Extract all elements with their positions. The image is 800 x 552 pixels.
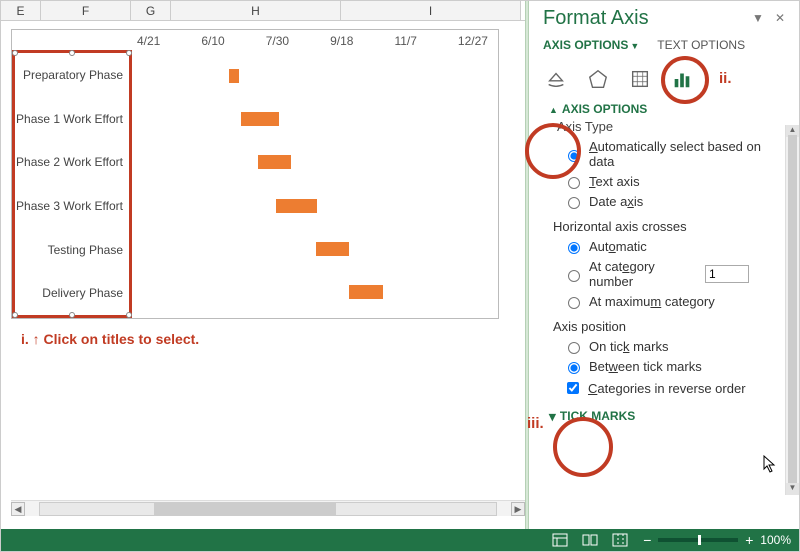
selection-handle[interactable] xyxy=(69,50,75,56)
gantt-bar[interactable] xyxy=(276,199,316,213)
zoom-level-label[interactable]: 100% xyxy=(760,533,791,547)
fill-line-icon[interactable] xyxy=(543,66,569,92)
zoom-control: − + 100% xyxy=(640,532,791,548)
close-pane-button[interactable]: ✕ xyxy=(773,12,787,26)
scroll-thumb[interactable] xyxy=(788,135,797,485)
selection-handle[interactable] xyxy=(126,312,132,318)
x-tick: 11/7 xyxy=(394,34,416,50)
radio-input[interactable] xyxy=(568,362,580,374)
task-pane-options-button[interactable]: ▼ xyxy=(751,12,765,26)
radio-input[interactable] xyxy=(568,150,580,162)
category-label[interactable]: Phase 2 Work Effort xyxy=(15,155,123,169)
x-tick: 6/10 xyxy=(201,34,224,50)
plot-area[interactable] xyxy=(137,54,488,314)
radio-crosses-max[interactable]: At maximum category xyxy=(563,294,775,309)
horizontal-scrollbar[interactable]: ◀ ▶ xyxy=(11,500,525,516)
pane-vertical-scrollbar[interactable]: ▲ ▼ xyxy=(785,125,799,495)
scroll-thumb[interactable] xyxy=(154,503,336,515)
effects-icon[interactable] xyxy=(585,66,611,92)
scroll-left-button[interactable]: ◀ xyxy=(11,502,25,516)
category-label[interactable]: Phase 3 Work Effort xyxy=(15,199,123,213)
gantt-bar[interactable] xyxy=(229,69,239,83)
radio-on-tick[interactable]: On tick marks xyxy=(563,339,775,354)
radio-between-tick[interactable]: Between tick marks xyxy=(563,359,775,374)
column-header-E[interactable]: E xyxy=(1,1,41,20)
vertical-axis[interactable]: Preparatory Phase Phase 1 Work Effort Phas… xyxy=(12,50,132,318)
pane-title: Format Axis xyxy=(543,7,649,30)
format-category-icons: ii. xyxy=(543,66,787,92)
scroll-down-button[interactable]: ▼ xyxy=(786,483,799,495)
x-tick: 7/30 xyxy=(266,34,289,50)
radio-input[interactable] xyxy=(568,242,580,254)
axis-options-section: ▲AXIS OPTIONS Axis Type Automatically se… xyxy=(543,102,787,423)
column-header-F[interactable]: F xyxy=(41,1,131,20)
cursor-icon xyxy=(763,455,777,478)
tab-axis-options[interactable]: AXIS OPTIONS▼ xyxy=(543,38,639,52)
page-break-view-button[interactable] xyxy=(610,532,630,548)
gantt-bar[interactable] xyxy=(241,112,280,126)
radio-date-axis[interactable]: Date axis xyxy=(563,194,775,209)
selection-handle[interactable] xyxy=(69,312,75,318)
axis-options-heading[interactable]: ▲AXIS OPTIONS xyxy=(549,102,775,116)
annotation-iii: iii. xyxy=(527,415,544,432)
scroll-right-button[interactable]: ▶ xyxy=(511,502,525,516)
category-label[interactable]: Preparatory Phase xyxy=(15,68,123,82)
tab-text-options[interactable]: TEXT OPTIONS xyxy=(657,38,745,52)
checkbox-input[interactable] xyxy=(567,382,579,394)
radio-crosses-category[interactable]: At category number xyxy=(563,259,775,289)
x-tick: 12/27 xyxy=(458,34,488,50)
zoom-in-button[interactable]: + xyxy=(742,532,756,548)
x-tick: 9/18 xyxy=(330,34,353,50)
radio-input[interactable] xyxy=(568,342,580,354)
size-properties-icon[interactable] xyxy=(627,66,653,92)
column-header-H[interactable]: H xyxy=(171,1,341,20)
radio-input[interactable] xyxy=(568,297,580,309)
column-header-I[interactable]: I xyxy=(341,1,521,20)
selection-handle[interactable] xyxy=(126,50,132,56)
category-label[interactable]: Phase 1 Work Effort xyxy=(15,112,123,126)
horizontal-crosses-label: Horizontal axis crosses xyxy=(553,219,775,234)
radio-auto-select[interactable]: Automatically select based on data xyxy=(563,139,775,169)
selection-handle[interactable] xyxy=(12,50,18,56)
page-layout-view-button[interactable] xyxy=(580,532,600,548)
gantt-bar[interactable] xyxy=(316,242,349,256)
category-label[interactable]: Delivery Phase xyxy=(15,286,123,300)
annotation-ii: ii. xyxy=(719,70,732,87)
category-label[interactable]: Testing Phase xyxy=(15,243,123,257)
annotation-ring-iii xyxy=(553,417,613,477)
axis-type-label: Axis Type xyxy=(557,119,775,134)
worksheet-area: E F G H I 4/21 6/10 7/30 9/18 11/7 12/27 xyxy=(1,1,525,531)
selection-handle[interactable] xyxy=(12,312,18,318)
checkbox-reverse-order[interactable]: Categories in reverse order xyxy=(563,379,775,397)
gantt-bar[interactable] xyxy=(258,155,291,169)
x-axis-ticks: 4/21 6/10 7/30 9/18 11/7 12/27 xyxy=(137,34,488,50)
scroll-track[interactable] xyxy=(39,502,497,516)
radio-input[interactable] xyxy=(568,177,580,189)
radio-input[interactable] xyxy=(568,270,580,282)
category-number-input[interactable] xyxy=(705,265,749,283)
zoom-slider[interactable] xyxy=(658,538,738,542)
format-axis-pane: Format Axis ▼ ✕ AXIS OPTIONS▼ TEXT OPTIO… xyxy=(529,1,799,529)
column-headers: E F G H I xyxy=(1,1,525,21)
radio-input[interactable] xyxy=(568,197,580,209)
axis-position-label: Axis position xyxy=(553,319,775,334)
zoom-out-button[interactable]: − xyxy=(640,532,654,548)
options-tabs: AXIS OPTIONS▼ TEXT OPTIONS xyxy=(543,38,787,52)
radio-text-axis[interactable]: Text axis xyxy=(563,174,775,189)
normal-view-button[interactable] xyxy=(550,532,570,548)
axis-options-icon[interactable] xyxy=(669,66,695,92)
radio-crosses-auto[interactable]: Automatic xyxy=(563,239,775,254)
column-header-G[interactable]: G xyxy=(131,1,171,20)
gantt-bar[interactable] xyxy=(349,285,382,299)
x-tick: 4/21 xyxy=(137,34,160,50)
zoom-thumb[interactable] xyxy=(698,535,701,545)
status-bar: − + 100% xyxy=(1,529,799,551)
annotation-i: i. ↑ Click on titles to select. xyxy=(21,331,199,347)
gantt-chart[interactable]: 4/21 6/10 7/30 9/18 11/7 12/27 Preparato… xyxy=(11,29,499,319)
tick-marks-heading[interactable]: ▶TICK MARKS xyxy=(549,409,775,423)
